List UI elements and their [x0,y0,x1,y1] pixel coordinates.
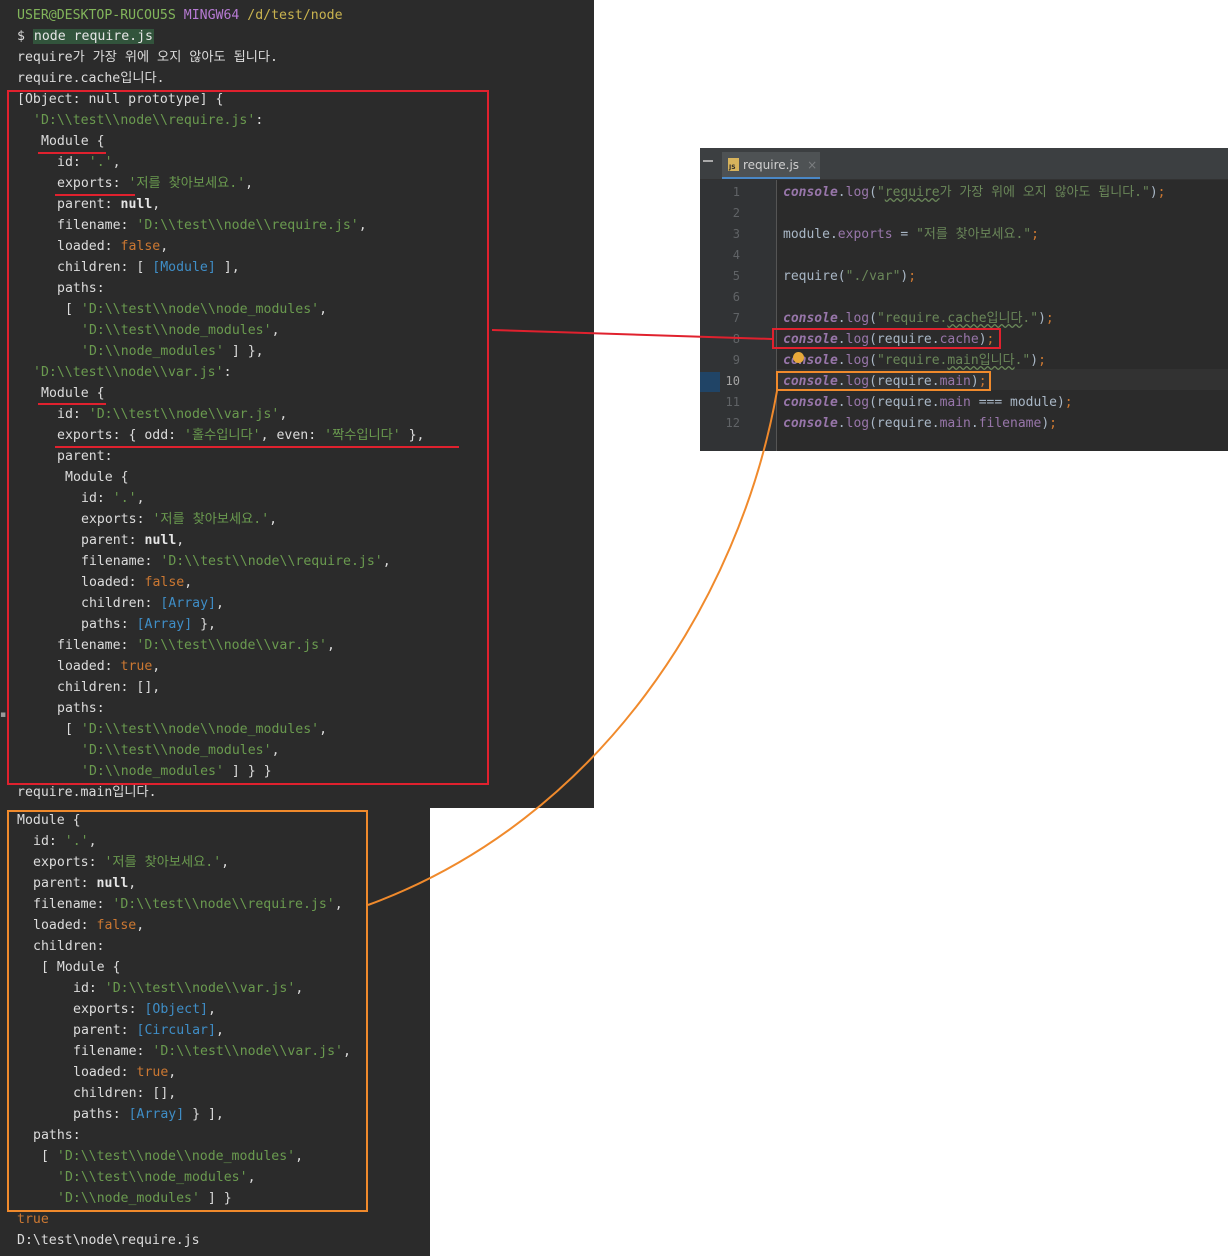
orange-connector-curve [367,390,778,906]
red-connector-line [491,329,773,340]
annotation-connectors [367,329,778,906]
